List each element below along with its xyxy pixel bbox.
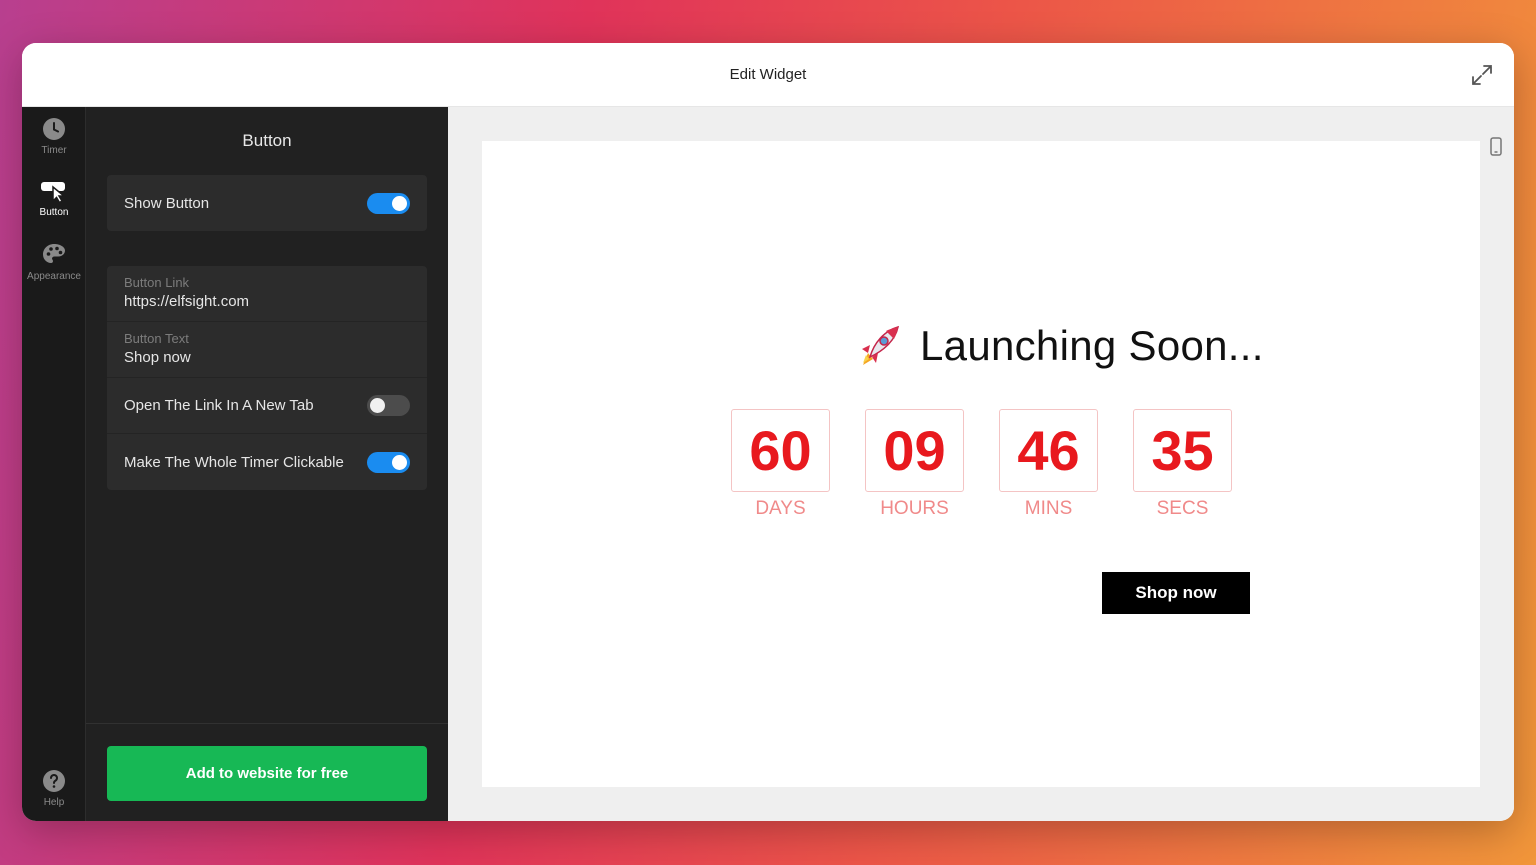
button-text-label: Button Text bbox=[124, 331, 189, 346]
show-button-toggle[interactable] bbox=[367, 192, 410, 214]
rail-item-label: Help bbox=[43, 796, 65, 808]
rail-item-label: Button bbox=[39, 206, 69, 218]
icon-rail: Timer Button Appearance Help bbox=[22, 107, 86, 821]
whole-clickable-row[interactable]: Make The Whole Timer Clickable bbox=[107, 434, 427, 490]
show-button-row[interactable]: Show Button bbox=[107, 175, 427, 231]
settings-panel: Button Show Button Button Link https://e… bbox=[86, 107, 448, 821]
rocket-icon bbox=[862, 325, 899, 365]
rail-item-button[interactable]: Button bbox=[22, 169, 86, 227]
days-label: DAYS bbox=[755, 498, 806, 519]
editor-window: Edit Widget Timer Button Appearance Help… bbox=[22, 43, 1514, 821]
rail-item-help[interactable]: Help bbox=[22, 759, 86, 817]
window-title: Edit Widget bbox=[729, 66, 807, 83]
new-tab-toggle[interactable] bbox=[367, 395, 410, 416]
shop-now-button[interactable]: Shop now bbox=[1102, 572, 1250, 614]
palette-icon bbox=[43, 243, 65, 263]
mobile-preview-button[interactable] bbox=[1488, 135, 1504, 157]
help-icon bbox=[43, 769, 65, 792]
button-link-value[interactable]: https://elfsight.com bbox=[124, 293, 410, 310]
button-link-label: Button Link bbox=[124, 275, 190, 290]
rail-item-label: Appearance bbox=[27, 270, 81, 282]
show-button-label: Show Button bbox=[124, 194, 210, 212]
cursor-button-icon bbox=[41, 181, 67, 203]
rail-item-timer[interactable]: Timer bbox=[22, 107, 86, 165]
new-tab-label: Open The Link In A New Tab bbox=[124, 397, 314, 414]
countdown: 60 DAYS 09 HOURS 46 MINS 35 SECS bbox=[731, 409, 1232, 520]
expand-icon bbox=[1472, 65, 1492, 85]
button-text-field[interactable]: Button Text Shop now bbox=[107, 322, 427, 378]
phone-icon bbox=[1490, 136, 1502, 156]
panel-footer: Add to website for free bbox=[86, 723, 448, 821]
whole-clickable-toggle[interactable] bbox=[367, 451, 410, 473]
hours-value: 09 bbox=[865, 409, 964, 492]
new-tab-row[interactable]: Open The Link In A New Tab bbox=[107, 378, 427, 434]
preview-area: Launching Soon... 60 DAYS 09 HOURS 46 MI… bbox=[448, 107, 1514, 821]
button-text-value[interactable]: Shop now bbox=[124, 349, 410, 366]
button-settings-card: Button Link https://elfsight.com Button … bbox=[107, 266, 427, 490]
mins-label: MINS bbox=[1024, 498, 1073, 519]
rail-item-label: Timer bbox=[41, 144, 67, 156]
rail-item-appearance[interactable]: Appearance bbox=[22, 233, 86, 291]
secs-value: 35 bbox=[1133, 409, 1232, 492]
show-button-card: Show Button bbox=[107, 175, 427, 231]
mins-value: 46 bbox=[999, 409, 1098, 492]
countdown-unit-hours: 09 HOURS bbox=[865, 409, 964, 520]
expand-button[interactable] bbox=[1468, 61, 1496, 89]
widget-preview: Launching Soon... 60 DAYS 09 HOURS 46 MI… bbox=[482, 141, 1480, 787]
button-link-field[interactable]: Button Link https://elfsight.com bbox=[107, 266, 427, 322]
countdown-unit-secs: 35 SECS bbox=[1133, 409, 1232, 520]
countdown-unit-mins: 46 MINS bbox=[999, 409, 1098, 520]
headline-text: Launching Soon... bbox=[920, 322, 1264, 369]
title-bar: Edit Widget bbox=[22, 43, 1514, 107]
panel-title: Button bbox=[242, 131, 292, 150]
add-to-website-button[interactable]: Add to website for free bbox=[107, 746, 427, 801]
days-value: 60 bbox=[731, 409, 830, 492]
whole-clickable-label: Make The Whole Timer Clickable bbox=[124, 453, 344, 471]
headline: Launching Soon... bbox=[856, 321, 1264, 371]
secs-label: SECS bbox=[1156, 498, 1209, 519]
countdown-unit-days: 60 DAYS bbox=[731, 409, 830, 520]
hours-label: HOURS bbox=[880, 498, 949, 519]
clock-icon bbox=[43, 117, 65, 140]
